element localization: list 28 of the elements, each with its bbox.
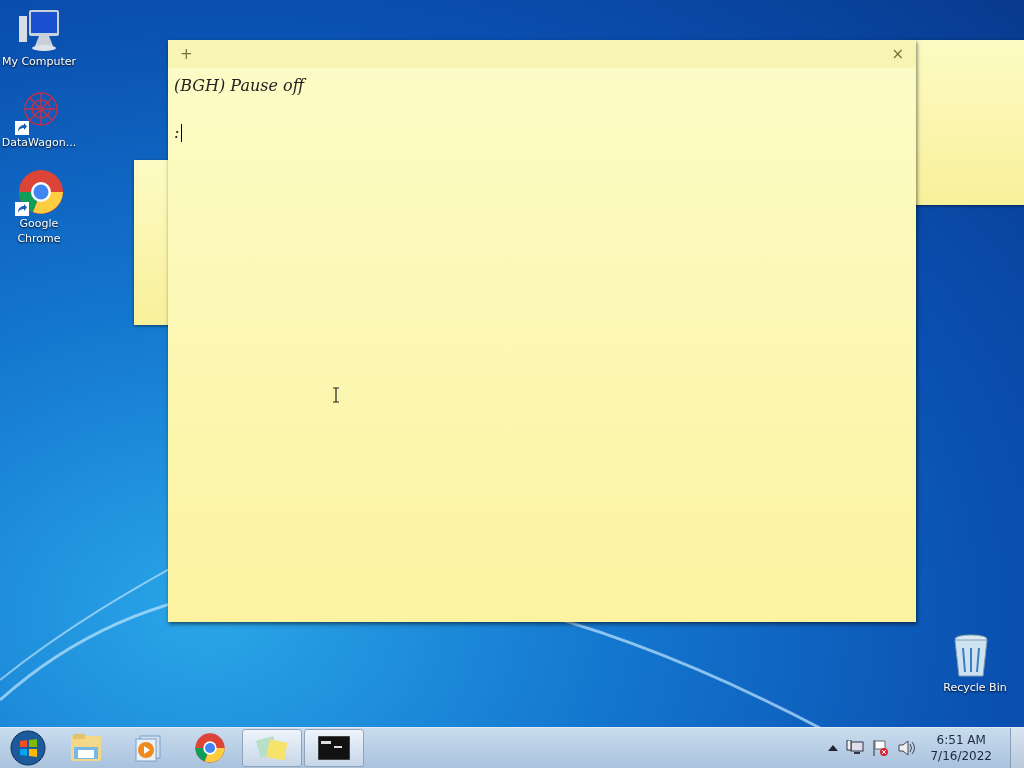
windows-orb-icon <box>10 730 46 766</box>
network-icon[interactable] <box>846 740 865 756</box>
icon-label: Google Chrome <box>16 216 62 246</box>
desktop-shortcut[interactable]: Google Chrome <box>0 168 78 246</box>
recycle-bin-icon <box>951 632 991 680</box>
media-player-icon <box>134 734 162 762</box>
sticky-notes-icon <box>255 734 289 762</box>
desktop-shortcut[interactable]: DataWagon... <box>0 87 78 150</box>
text-caret <box>181 123 183 142</box>
chrome-icon <box>194 732 226 764</box>
icon-label: My Computer <box>0 54 78 69</box>
flag-icon[interactable] <box>872 739 891 757</box>
close-button[interactable]: × <box>889 45 906 63</box>
command-prompt-icon <box>318 736 350 760</box>
ibeam-cursor-icon <box>332 387 340 403</box>
desktop-shortcut[interactable]: My Computer <box>0 6 78 69</box>
taskbar-button[interactable] <box>304 729 364 767</box>
folder-icon <box>70 733 102 763</box>
new-note-button[interactable]: + <box>178 45 195 63</box>
icon-label: DataWagon... <box>0 135 78 150</box>
time-text: 6:51 AM <box>936 732 986 748</box>
clock[interactable]: 6:51 AM 7/16/2022 <box>930 732 992 764</box>
date-text: 7/16/2022 <box>930 748 992 764</box>
volume-icon[interactable] <box>898 740 917 756</box>
desktop-shortcut[interactable]: Recycle Bin <box>936 632 1014 695</box>
icon-label: Recycle Bin <box>942 680 1008 695</box>
note-text: : <box>174 123 180 142</box>
show-hidden-icons-button[interactable] <box>828 745 839 751</box>
